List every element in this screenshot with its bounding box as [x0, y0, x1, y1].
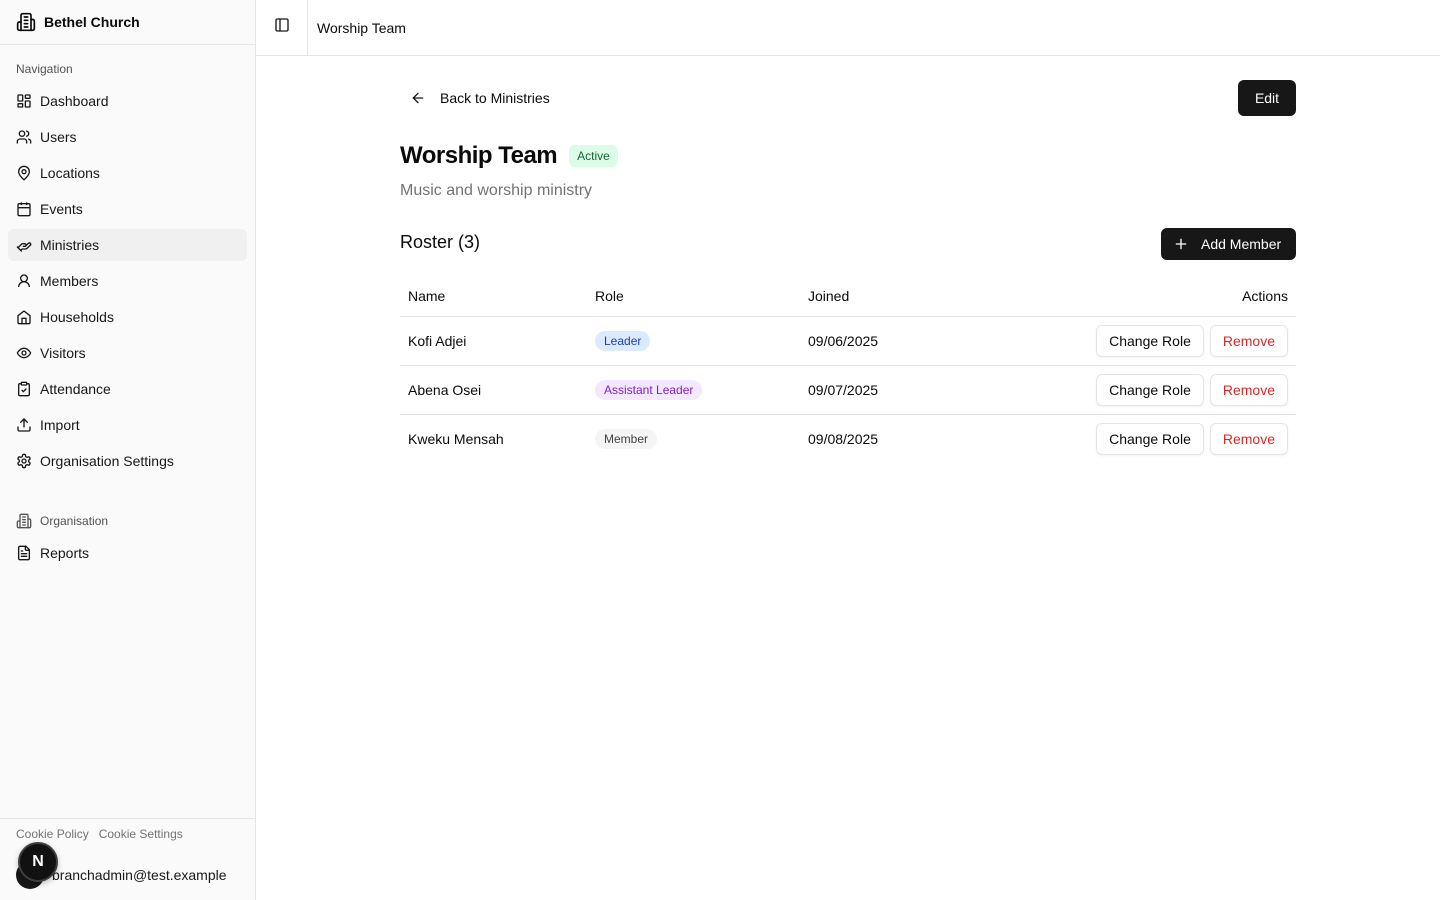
member-name: Abena Osei	[400, 365, 587, 415]
column-header-role: Role	[587, 276, 800, 317]
change-role-button[interactable]: Change Role	[1096, 422, 1204, 455]
role-cell: Member	[587, 414, 800, 463]
actions-cell: Change Role Remove	[1000, 414, 1296, 463]
org-group-label-text: Organisation	[40, 514, 109, 528]
sidebar-item-organisation-settings[interactable]: Organisation Settings	[8, 445, 247, 477]
sidebar-item-reports[interactable]: Reports	[8, 537, 247, 569]
sidebar-item-label: Visitors	[40, 345, 86, 361]
joined-date: 09/07/2025	[800, 365, 1000, 415]
sidebar-item-label: Organisation Settings	[40, 453, 174, 469]
sidebar-item-users[interactable]: Users	[8, 121, 247, 153]
table-row: Abena Osei Assistant Leader 09/07/2025 C…	[400, 365, 1296, 415]
joined-date: 09/06/2025	[800, 316, 1000, 366]
file-text-icon	[16, 545, 32, 561]
page-title: Worship Team	[400, 142, 558, 169]
ministry-description: Music and worship ministry	[400, 182, 593, 199]
title-row: Worship Team Active	[400, 142, 618, 170]
sidebar-item-households[interactable]: Households	[8, 301, 247, 333]
sidebar-item-label: Events	[40, 201, 83, 217]
actions-cell: Change Role Remove	[1000, 316, 1296, 366]
member-name: Kofi Adjei	[400, 316, 587, 366]
sidebar-item-label: Attendance	[40, 381, 111, 397]
column-header-actions: Actions	[1000, 276, 1296, 317]
roster-table: Name Role Joined Actions Kofi Adjei Lead…	[400, 276, 1296, 463]
gear-icon	[16, 453, 32, 469]
calendar-icon	[16, 201, 32, 217]
clipboard-check-icon	[16, 381, 32, 397]
table-row: Kofi Adjei Leader 09/06/2025 Change Role…	[400, 316, 1296, 366]
map-pin-icon	[16, 165, 32, 181]
column-header-joined: Joined	[800, 276, 1000, 317]
table-header-row: Name Role Joined Actions	[400, 276, 1296, 317]
table-row: Kweku Mensah Member 09/08/2025 Change Ro…	[400, 414, 1296, 463]
sidebar-item-label: Reports	[40, 545, 90, 561]
sidebar-item-attendance[interactable]: Attendance	[8, 373, 247, 405]
sidebar-item-label: Ministries	[40, 237, 100, 253]
org-group-label: Organisation	[0, 509, 255, 533]
role-badge: Member	[595, 428, 658, 449]
back-label: Back to Ministries	[440, 90, 550, 106]
add-member-button[interactable]: Add Member	[1161, 228, 1296, 260]
building-icon	[16, 513, 32, 529]
sidebar-item-import[interactable]: Import	[8, 409, 247, 441]
sidebar-item-label: Households	[40, 309, 114, 325]
sidebar-item-members[interactable]: Members	[8, 265, 247, 297]
breadcrumb: Worship Team	[317, 19, 406, 36]
sidebar-item-events[interactable]: Events	[8, 193, 247, 225]
actions-cell: Change Role Remove	[1000, 365, 1296, 415]
member-name: Kweku Mensah	[408, 430, 504, 447]
brand[interactable]: Bethel Church	[0, 0, 255, 45]
dashboard-icon	[16, 93, 32, 109]
sidebar-item-label: Locations	[40, 165, 100, 181]
role-badge: Assistant Leader	[595, 379, 703, 400]
user-email: branchadmin@test.example	[52, 867, 227, 883]
sidebar-item-ministries[interactable]: Ministries	[8, 229, 247, 261]
sidebar-item-label: Import	[40, 417, 80, 433]
change-role-button[interactable]: Change Role	[1096, 324, 1204, 357]
sidebar: Bethel Church Navigation Dashboard Users…	[0, 0, 256, 900]
hand-heart-icon	[16, 237, 32, 253]
building-icon	[16, 12, 36, 32]
sidebar-item-label: Users	[40, 129, 77, 145]
role-badge: Leader	[595, 330, 651, 351]
user-icon	[16, 273, 32, 289]
sidebar-item-dashboard[interactable]: Dashboard	[8, 85, 247, 117]
sidebar-item-visitors[interactable]: Visitors	[8, 337, 247, 369]
edit-button[interactable]: Edit	[1238, 80, 1296, 116]
column-header-name: Name	[400, 276, 587, 317]
arrow-left-icon	[410, 90, 426, 106]
remove-button[interactable]: Remove	[1209, 324, 1288, 357]
org-nav: Reports	[0, 537, 255, 569]
role-cell: Leader	[587, 316, 800, 366]
dev-tools-badge[interactable]: N	[18, 842, 58, 882]
cookie-policy-link[interactable]: Cookie Policy	[16, 827, 89, 841]
cookie-settings-link[interactable]: Cookie Settings	[99, 827, 183, 841]
nav-group-label: Navigation	[16, 62, 73, 76]
sidebar-item-locations[interactable]: Locations	[8, 157, 247, 189]
brand-name: Bethel Church	[44, 14, 140, 30]
plus-icon	[1173, 236, 1189, 252]
sidebar-item-label: Dashboard	[40, 93, 109, 109]
eye-icon	[16, 345, 32, 361]
remove-button[interactable]: Remove	[1209, 422, 1288, 455]
upload-icon	[16, 417, 32, 433]
change-role-button[interactable]: Change Role	[1096, 373, 1204, 406]
remove-button[interactable]: Remove	[1209, 373, 1288, 406]
main-nav: Dashboard Users Locations Events Ministr…	[0, 85, 255, 477]
add-member-label: Add Member	[1201, 236, 1282, 252]
house-icon	[16, 309, 32, 325]
status-badge: Active	[569, 145, 618, 167]
footer-links: Cookie Policy Cookie Settings	[0, 819, 255, 841]
users-icon	[16, 129, 32, 145]
sidebar-toggle-button[interactable]	[256, 0, 308, 55]
sidebar-item-label: Members	[40, 273, 99, 289]
back-to-ministries-button[interactable]: Back to Ministries	[400, 80, 550, 116]
joined-date: 09/08/2025	[808, 430, 879, 447]
top-bar: Worship Team	[256, 0, 1440, 56]
roster-title: Roster (3)	[400, 232, 481, 252]
panel-left-icon	[274, 17, 290, 38]
role-cell: Assistant Leader	[587, 365, 800, 415]
